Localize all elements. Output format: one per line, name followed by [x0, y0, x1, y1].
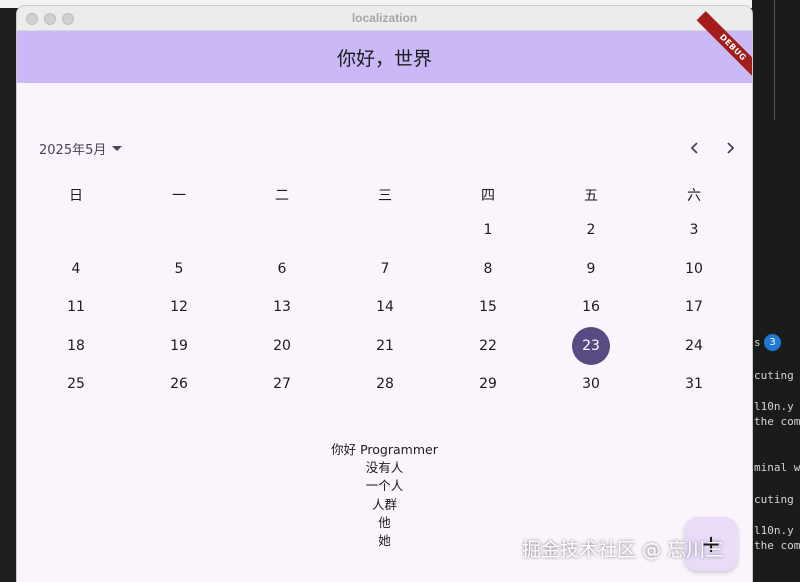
day-cell[interactable]: 13: [263, 288, 301, 326]
day-cell[interactable]: 19: [160, 327, 198, 365]
day-cell[interactable]: 4: [57, 250, 95, 288]
day-cell[interactable]: 16: [572, 288, 610, 326]
terminal-line: l10n.y: [754, 400, 794, 413]
weekday-label: 六: [687, 188, 701, 204]
terminal-line: cuting: [754, 493, 794, 506]
terminal-badge: 3: [764, 334, 781, 351]
weekday-label: 日: [69, 188, 83, 204]
day-cell[interactable]: 11: [57, 288, 95, 326]
app-bar-title: 你好，世界: [336, 48, 432, 70]
text-item: 一个人: [365, 478, 404, 494]
terminal-line: l10n.y: [754, 524, 794, 537]
day-cell[interactable]: 9: [572, 250, 610, 288]
month-year-selector[interactable]: 2025年5月: [39, 138, 123, 158]
day-cell[interactable]: 24: [675, 327, 713, 365]
chevron-right-icon: [727, 142, 735, 154]
terminal-line: cuting: [754, 369, 794, 382]
main-content: 2025年5月 日一二三四五六 1 2 3 4 5 6 7 8 9 10 11 12 13 14 15 16 1…: [17, 83, 752, 582]
weekday-label: 五: [584, 188, 598, 204]
watermark: 掘金技术社区 @ 忘川三: [522, 539, 725, 561]
terminal-line: the com: [754, 539, 800, 552]
day-cell[interactable]: 28: [366, 365, 404, 403]
window-title: localization: [351, 11, 418, 25]
weekday-label: 三: [378, 188, 392, 204]
day-cell[interactable]: 17: [675, 288, 713, 326]
day-cell[interactable]: 12: [160, 288, 198, 326]
day-cell[interactable]: 18: [57, 327, 95, 365]
terminal-line: minal w: [754, 461, 800, 474]
day-cell[interactable]: 29: [469, 365, 507, 403]
day-cell[interactable]: 8: [469, 250, 507, 288]
day-cell[interactable]: 25: [57, 365, 95, 403]
text-item: 你好 Programmer: [331, 442, 438, 457]
day-cell[interactable]: 15: [469, 288, 507, 326]
day-cell[interactable]: 6: [263, 250, 301, 288]
weekday-label: 二: [275, 188, 289, 204]
day-cell[interactable]: 7: [366, 250, 404, 288]
day-cell[interactable]: 21: [366, 327, 404, 365]
day-cell[interactable]: 26: [160, 365, 198, 403]
text-item: 人群: [371, 496, 397, 512]
app-window: localization 你好，世界 DEBUG 2025年5月 日 一 二 三 四 五 六…: [17, 6, 752, 582]
weekday-label: 四: [481, 188, 495, 204]
day-cell[interactable]: 22: [469, 327, 507, 365]
background-terminal: s 3 cuting l10n.y the com minal w cuting…: [752, 0, 800, 582]
day-cell[interactable]: 20: [263, 327, 301, 365]
text-item: 他: [378, 514, 391, 530]
day-cell[interactable]: 5: [160, 250, 198, 288]
next-month-button[interactable]: [719, 137, 741, 159]
localized-text-list: 你好 Programmer 没有人 一个人 人群 他 她: [17, 441, 752, 550]
weekday-label: 一: [172, 188, 186, 204]
chevron-left-icon: [690, 142, 698, 154]
day-cell[interactable]: 30: [572, 365, 610, 403]
selected-day-cell[interactable]: 23: [572, 327, 610, 365]
terminal-divider: [774, 0, 775, 120]
day-cell[interactable]: 27: [263, 365, 301, 403]
day-cell[interactable]: 2: [572, 211, 610, 249]
app-bar: 你好，世界 DEBUG: [17, 11, 752, 84]
previous-month-button[interactable]: [684, 137, 706, 159]
day-cell[interactable]: 31: [675, 365, 713, 403]
terminal-line: s: [754, 336, 761, 349]
day-cell[interactable]: 10: [675, 250, 713, 288]
day-cell[interactable]: 14: [366, 288, 404, 326]
month-label: 2025年5月: [39, 142, 107, 158]
window-titlebar[interactable]: localization: [17, 6, 752, 31]
day-cell[interactable]: 1: [469, 211, 507, 249]
text-item: 没有人: [365, 460, 404, 476]
dropdown-arrow-icon: [112, 145, 123, 151]
day-cell[interactable]: 3: [675, 211, 713, 249]
terminal-line: the com: [754, 415, 800, 428]
